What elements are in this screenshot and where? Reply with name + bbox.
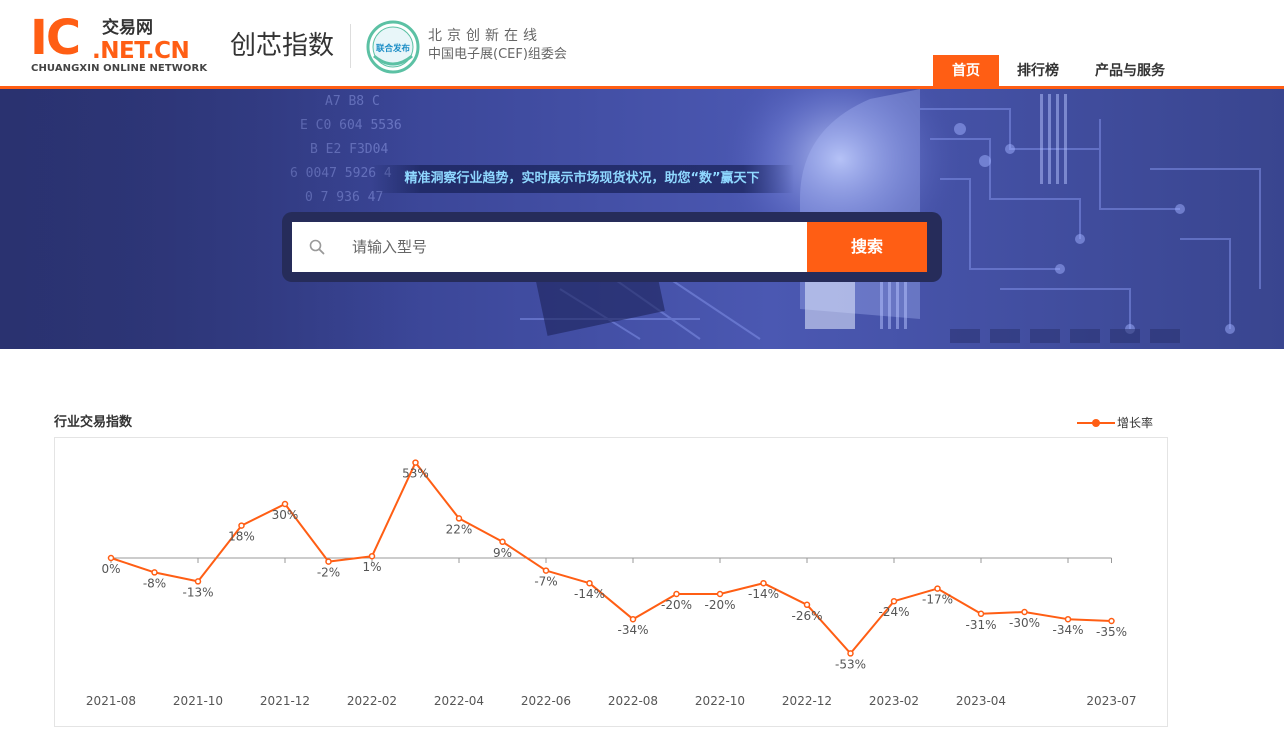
badge-text: 联合发布	[376, 43, 411, 54]
product-name: 创芯指数	[230, 31, 335, 61]
search-icon	[309, 239, 325, 255]
nav-item-home[interactable]: 首页	[933, 55, 999, 88]
site-logo[interactable]: IC 交易网 .NET.CN CHUANGXIN ONLINE NETWORK	[28, 10, 208, 76]
partner-org-line1: 北京创新在线	[428, 28, 542, 44]
legend-label: 增长率	[1117, 416, 1154, 430]
chart-frame	[54, 437, 1168, 727]
logo-domain: .NET.CN	[92, 38, 190, 64]
partner-org-line2: 中国电子展(CEF)组委会	[428, 47, 567, 62]
chart-legend[interactable]: 增长率	[1077, 413, 1153, 433]
search-field-wrapper	[292, 222, 807, 272]
search-input[interactable]	[352, 222, 792, 272]
chart-title: 行业交易指数	[54, 415, 133, 430]
hero-banner: A7 B8 C E C0 604 5536 B E2 F3D04 6 0047 …	[0, 89, 1284, 349]
logo-mark: IC	[30, 10, 81, 66]
logo-cn-name: 交易网	[102, 18, 153, 38]
banner-slogan: 精准洞察行业趋势，实时展示市场现货状况，助您“数”赢天下	[404, 171, 760, 186]
legend-line-marker	[1077, 419, 1115, 427]
main-nav: 首页 排行榜 产品与服务	[933, 55, 1183, 88]
joint-release-badge: 联合发布	[366, 20, 420, 74]
nav-item-products-services[interactable]: 产品与服务	[1077, 55, 1183, 88]
search-button[interactable]: 搜索	[807, 222, 927, 272]
slogan-bar: 精准洞察行业趋势，实时展示市场现货状况，助您“数”赢天下	[370, 165, 794, 193]
nav-item-ranking[interactable]: 排行榜	[999, 55, 1077, 88]
search-box: 搜索	[282, 212, 942, 282]
site-header: IC 交易网 .NET.CN CHUANGXIN ONLINE NETWORK …	[0, 0, 1284, 88]
header-divider	[350, 24, 351, 68]
logo-tagline: CHUANGXIN ONLINE NETWORK	[31, 63, 208, 74]
